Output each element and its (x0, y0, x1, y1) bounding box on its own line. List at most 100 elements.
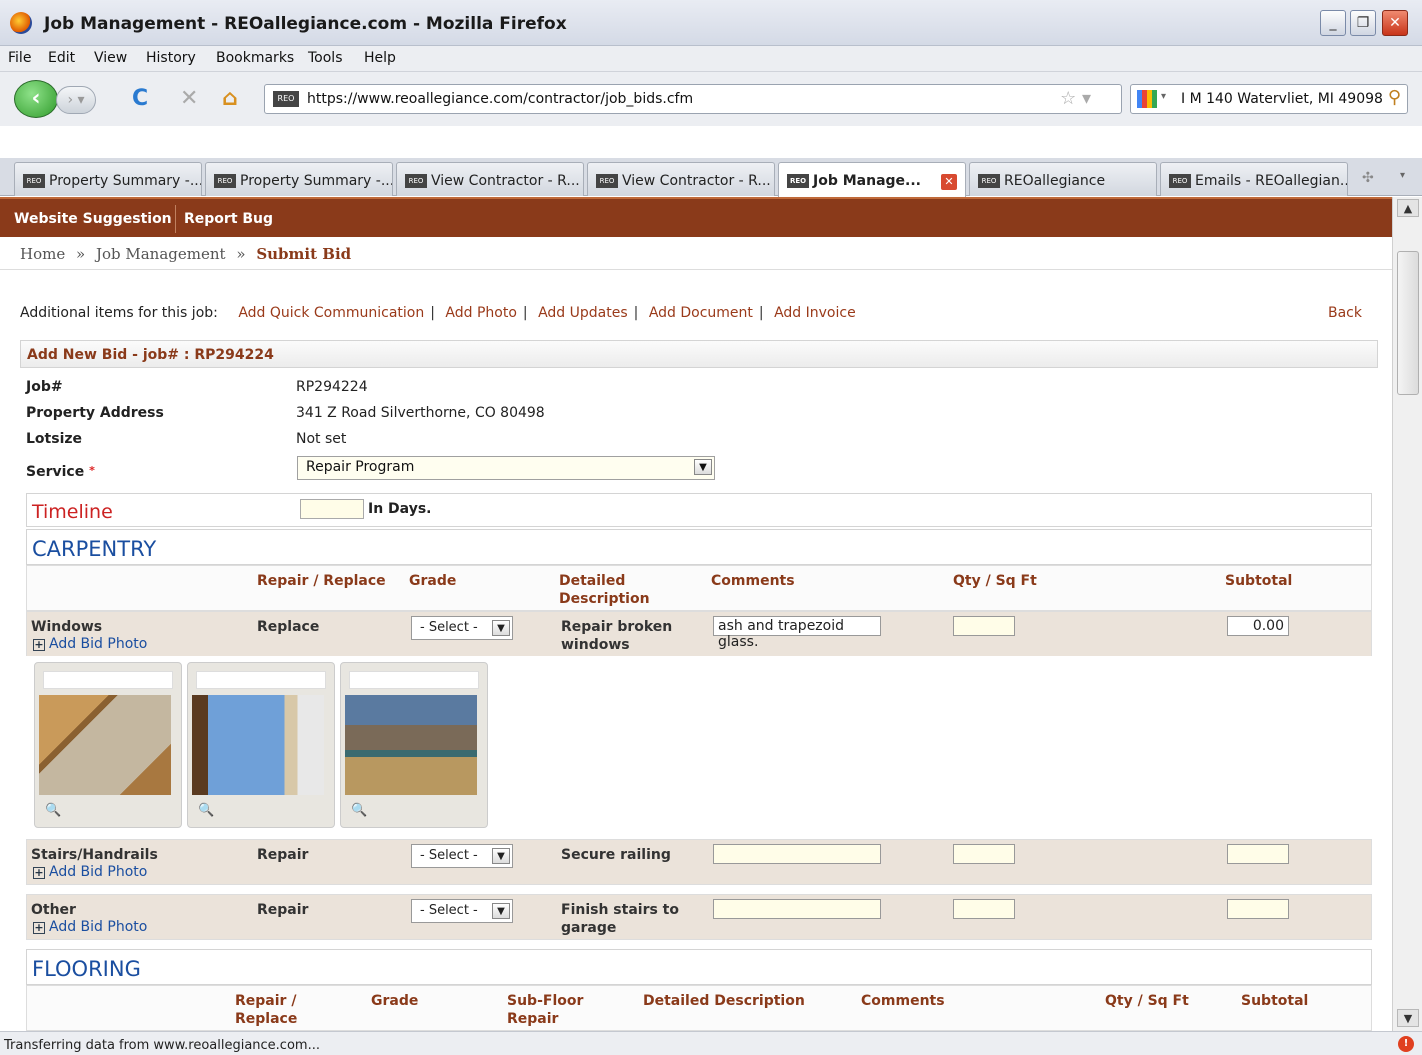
photo-caption (349, 671, 479, 689)
back-link[interactable]: Back (1328, 305, 1362, 321)
tab-label: REOallegiance (1004, 173, 1106, 189)
qty-input[interactable] (953, 844, 1015, 864)
divider (0, 269, 1392, 270)
chevron-down-icon: ▼ (492, 903, 510, 919)
service-select-value: Repair Program (306, 459, 415, 475)
back-arrow-icon[interactable]: ‹ (14, 80, 58, 118)
breadcrumb-separator: » (236, 245, 246, 263)
menu-tools[interactable]: Tools (308, 50, 343, 66)
add-document-link[interactable]: Add Document (649, 305, 753, 321)
carpentry-title: CARPENTRY (32, 537, 157, 561)
url-bar[interactable]: REO https://www.reoallegiance.com/contra… (264, 84, 1122, 114)
tab-label: View Contractor - R... (431, 173, 580, 189)
col-qty: Qty / Sq Ft (1105, 993, 1189, 1009)
search-bar[interactable]: ▾ I M 140 Watervliet, MI 49098 ⚲ (1130, 84, 1408, 114)
scroll-up-icon[interactable]: ▲ (1397, 199, 1419, 217)
lotsize-label: Lotsize (26, 431, 83, 447)
col-subtotal: Subtotal (1241, 993, 1309, 1009)
restore-button[interactable]: ❐ (1350, 10, 1376, 36)
add-bid-photo-label: Add Bid Photo (49, 864, 148, 880)
add-bid-photo-link[interactable]: + Add Bid Photo (33, 919, 147, 935)
subtotal-input[interactable] (1227, 899, 1289, 919)
website-suggestion-link[interactable]: Website Suggestion (14, 211, 172, 227)
repair-replace-value: Repair (257, 847, 309, 863)
status-text: Transferring data from www.reoallegiance… (4, 1038, 320, 1053)
add-invoice-link[interactable]: Add Invoice (774, 305, 856, 321)
add-bid-photo-label: Add Bid Photo (49, 636, 148, 652)
comments-input[interactable] (713, 844, 881, 864)
report-bug-link[interactable]: Report Bug (184, 211, 273, 227)
search-icon[interactable]: ⚲ (1388, 87, 1401, 108)
qty-input[interactable] (953, 899, 1015, 919)
scroll-down-icon[interactable]: ▼ (1397, 1009, 1419, 1027)
add-bid-photo-link[interactable]: + Add Bid Photo (33, 864, 147, 880)
grade-select[interactable]: - Select - ▼ (411, 844, 513, 868)
service-select[interactable]: Repair Program ▼ (297, 456, 715, 480)
addon-alert-icon[interactable]: ! (1398, 1036, 1414, 1052)
bid-photo-thumbnail[interactable]: 🔍 (340, 662, 488, 828)
breadcrumb-home[interactable]: Home (20, 245, 65, 263)
zoom-icon[interactable]: 🔍 (351, 803, 367, 818)
property-address-label: Property Address (26, 405, 164, 421)
search-engine-dropdown-icon[interactable]: ▾ (1161, 91, 1166, 102)
tab-view-contractor-1[interactable]: REO View Contractor - R... (396, 162, 584, 196)
tab-property-summary-1[interactable]: REO Property Summary -... (14, 162, 202, 196)
menu-history[interactable]: History (146, 50, 196, 66)
scrollbar-thumb[interactable] (1397, 251, 1419, 395)
zoom-icon[interactable]: 🔍 (45, 803, 61, 818)
tab-list-dropdown-icon[interactable]: ▾ (1400, 170, 1405, 181)
col-detailed-description: Detailed Description (643, 993, 805, 1009)
home-icon[interactable]: ⌂ (222, 86, 238, 111)
close-tab-icon[interactable]: ✕ (941, 174, 957, 190)
tab-emails[interactable]: REO Emails - REOallegian... (1160, 162, 1348, 196)
carpentry-table-header: Repair / Replace Grade Detailed Descript… (26, 565, 1372, 611)
tab-reoallegiance[interactable]: REO REOallegiance (969, 162, 1157, 196)
col-sub-floor-repair: Sub-Floor Repair (507, 993, 584, 1027)
photo-strip: 🔍 🔍 🔍 (26, 656, 1372, 840)
bid-photo-thumbnail[interactable]: 🔍 (34, 662, 182, 828)
menu-help[interactable]: Help (364, 50, 396, 66)
site-top-nav: Website Suggestion Report Bug (0, 197, 1392, 237)
photo-caption (196, 671, 326, 689)
breadcrumb-job-management[interactable]: Job Management (96, 245, 226, 263)
stop-icon[interactable]: ✕ (180, 86, 198, 111)
close-window-button[interactable]: ✕ (1382, 10, 1408, 36)
add-photo-link[interactable]: Add Photo (445, 305, 517, 321)
add-quick-communication-link[interactable]: Add Quick Communication (238, 305, 424, 321)
vertical-scrollbar[interactable]: ▲ ▼ (1392, 197, 1422, 1031)
menu-bar: File Edit View History Bookmarks Tools H… (0, 46, 1422, 72)
window-titlebar: Job Management - REOallegiance.com - Moz… (0, 0, 1422, 46)
timeline-input[interactable] (300, 499, 364, 519)
menu-edit[interactable]: Edit (48, 50, 75, 66)
subtotal-input[interactable] (1227, 844, 1289, 864)
grade-select[interactable]: - Select - ▼ (411, 616, 513, 640)
tab-property-summary-2[interactable]: REO Property Summary -... (205, 162, 393, 196)
comments-input[interactable]: ash and trapezoid glass. (713, 616, 881, 650)
add-bid-photo-link[interactable]: + Add Bid Photo (33, 636, 147, 652)
reload-icon[interactable]: C (132, 86, 148, 111)
zoom-icon[interactable]: 🔍 (198, 803, 214, 818)
tab-view-contractor-2[interactable]: REO View Contractor - R... (587, 162, 775, 196)
minimize-button[interactable]: _ (1320, 10, 1346, 36)
tab-label: Job Manage... (813, 173, 921, 189)
status-bar: Transferring data from www.reoallegiance… (0, 1031, 1422, 1055)
menu-view[interactable]: View (94, 50, 127, 66)
forward-arrow-icon[interactable]: › ▾ (56, 86, 96, 114)
bookmark-star-icon[interactable]: ☆ ▾ (1060, 88, 1091, 109)
tab-job-management[interactable]: REO Job Manage... ✕ (778, 162, 966, 198)
subtotal-input[interactable]: 0.00 (1227, 616, 1289, 636)
menu-bookmarks[interactable]: Bookmarks (216, 50, 294, 66)
new-tab-icon[interactable]: ✣ (1362, 170, 1374, 186)
comments-input[interactable] (713, 899, 881, 919)
grade-select[interactable]: - Select - ▼ (411, 899, 513, 923)
col-comments: Comments (711, 573, 795, 589)
breadcrumb: Home » Job Management » Submit Bid (20, 245, 351, 263)
timeline-row (26, 493, 1372, 527)
add-updates-link[interactable]: Add Updates (538, 305, 628, 321)
bid-photo-thumbnail[interactable]: 🔍 (187, 662, 335, 828)
qty-input[interactable] (953, 616, 1015, 636)
window-photo (345, 695, 477, 795)
menu-file[interactable]: File (8, 50, 31, 66)
property-address-value: 341 Z Road Silverthorne, CO 80498 (296, 405, 545, 421)
repair-replace-value: Replace (257, 619, 320, 635)
